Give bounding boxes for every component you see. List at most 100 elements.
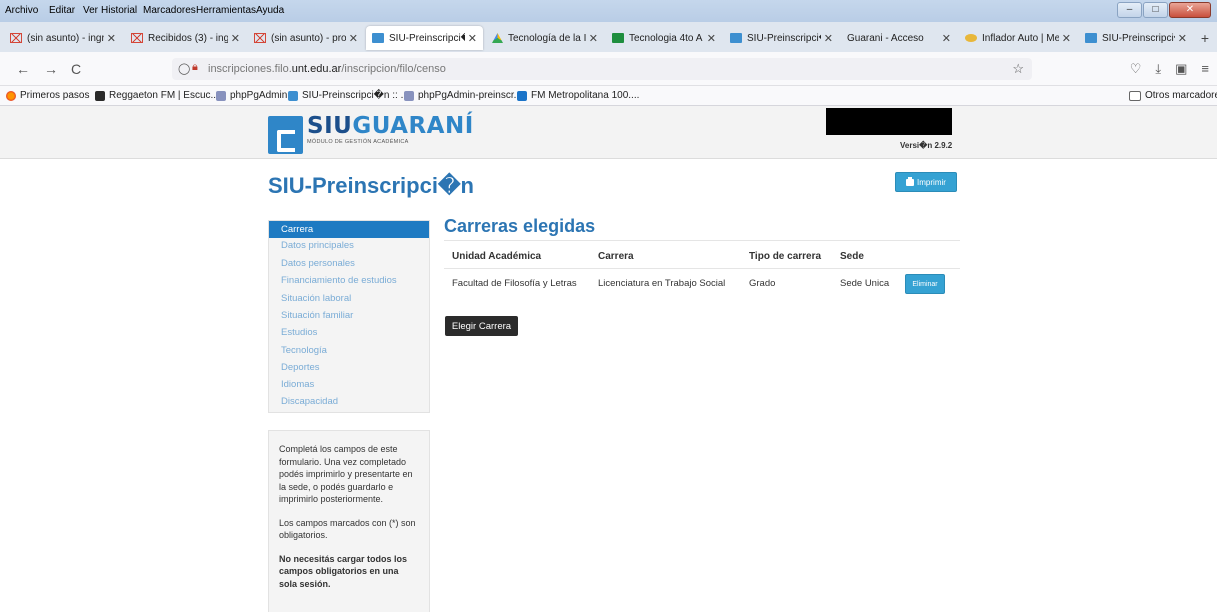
help-text-1: Completá los campos de este formulario. … bbox=[279, 444, 413, 504]
sidebar-item-tecnologia[interactable]: Tecnología bbox=[269, 342, 429, 359]
bookmark-label: phpPgAdmin bbox=[230, 90, 288, 101]
gmail-icon bbox=[254, 33, 266, 43]
sidebar-item-discapacidad[interactable]: Discapacidad bbox=[269, 393, 429, 410]
tab-title: Tecnologia 4to A Ac bbox=[629, 32, 704, 44]
menu-ayuda[interactable]: Ayuda bbox=[256, 5, 284, 16]
close-icon[interactable]: ✕ bbox=[107, 32, 116, 45]
cell-carrera: Licenciatura en Trabajo Social bbox=[598, 278, 726, 289]
new-tab-button[interactable]: + bbox=[1201, 30, 1209, 46]
tab-title: (sin asunto) - ingres bbox=[27, 32, 104, 44]
pocket-icon[interactable]: ♡ bbox=[1130, 61, 1142, 77]
firefox-icon bbox=[6, 90, 16, 101]
logo-siu: SIU bbox=[307, 113, 353, 139]
table-header: Unidad Académica Carrera Tipo de carrera… bbox=[444, 240, 960, 269]
help-box: Completá los campos de este formulario. … bbox=[268, 430, 430, 612]
lock-icon[interactable]: 🔒︎ bbox=[192, 61, 198, 74]
tab-inflador[interactable]: Inflador Auto | Merc ✕ bbox=[959, 26, 1077, 50]
tab-guarani-acceso[interactable]: Guarani - Acceso ✕ bbox=[841, 26, 957, 50]
bookmark-siu[interactable]: SIU-Preinscripci�n :: ... bbox=[288, 90, 409, 101]
sidebar-item-estudios[interactable]: Estudios bbox=[269, 324, 429, 341]
section-title: Carreras elegidas bbox=[444, 216, 596, 236]
back-button[interactable]: ← bbox=[16, 61, 30, 77]
minimize-button[interactable]: – bbox=[1117, 2, 1142, 18]
siu-icon bbox=[1085, 33, 1097, 43]
download-icon[interactable]: ⤓ bbox=[1155, 61, 1161, 77]
menu-icon[interactable]: ≡ bbox=[1201, 61, 1209, 77]
extension-icon[interactable]: ▣ bbox=[1175, 61, 1187, 77]
close-icon[interactable]: ✕ bbox=[468, 32, 477, 45]
navigation-bar: ← → C ◯ 🔒︎ inscripciones.filo.unt.edu.ar… bbox=[0, 52, 1217, 86]
close-icon[interactable]: ✕ bbox=[1178, 32, 1187, 45]
sidebar-item-carrera[interactable]: Carrera bbox=[269, 221, 429, 238]
sidebar-item-deportes[interactable]: Deportes bbox=[269, 359, 429, 376]
tab-siu-2[interactable]: SIU-Preinscripci�n ✕ bbox=[724, 26, 839, 50]
radio-icon bbox=[95, 90, 105, 101]
url-path: /inscripcion/filo/censo bbox=[341, 63, 446, 75]
logo-title: SIUGUARANÍ bbox=[307, 113, 474, 139]
bookmark-reggaeton[interactable]: Reggaeton FM | Escuc... bbox=[95, 90, 219, 101]
sidebar-item-situacion-familiar[interactable]: Situación familiar bbox=[269, 307, 429, 324]
help-text-2: Los campos marcados con (*) son obligato… bbox=[279, 517, 416, 541]
tab-siu-3[interactable]: SIU-Preinscripci�n ✕ bbox=[1079, 26, 1193, 50]
tab-title: SIU-Preinscripci�n bbox=[747, 32, 821, 44]
sidebar-item-datos-principales[interactable]: Datos principales bbox=[269, 237, 429, 254]
version-label: Versi�n 2.9.2 bbox=[900, 141, 953, 150]
close-icon[interactable]: ✕ bbox=[942, 32, 951, 45]
tab-siu-active[interactable]: SIU-Preinscripci�n ✕ bbox=[366, 26, 483, 50]
address-bar[interactable]: ◯ 🔒︎ inscripciones.filo.unt.edu.ar/inscr… bbox=[172, 58, 1032, 80]
reload-button[interactable]: C bbox=[71, 61, 81, 77]
tab-title: Tecnología de la Inf bbox=[508, 32, 586, 44]
bookmark-label: FM Metropolitana 100.... bbox=[531, 90, 640, 101]
bookmark-phppgadmin[interactable]: phpPgAdmin bbox=[216, 90, 287, 101]
bookmark-fm-metropolitana[interactable]: FM Metropolitana 100.... bbox=[517, 90, 639, 101]
tab-gmail-3[interactable]: (sin asunto) - profe ✕ bbox=[248, 26, 364, 50]
tab-title: Recibidos (3) - ingre bbox=[148, 32, 228, 44]
close-icon[interactable]: ✕ bbox=[1062, 32, 1071, 45]
bookmark-primeros-pasos[interactable]: Primeros pasos bbox=[6, 90, 89, 101]
help-text-3: No necesitás cargar todos los campos obl… bbox=[279, 553, 408, 589]
menu-herramientas[interactable]: Herramientas bbox=[196, 5, 256, 16]
other-bookmarks[interactable]: Otros marcadores bbox=[1129, 90, 1217, 101]
sidebar-item-datos-personales[interactable]: Datos personales bbox=[269, 255, 429, 272]
close-icon[interactable]: ✕ bbox=[231, 32, 240, 45]
tab-classroom[interactable]: Tecnologia 4to A Ac ✕ bbox=[606, 26, 722, 50]
menu-marcadores[interactable]: Marcadores bbox=[143, 5, 196, 16]
tab-gmail-1[interactable]: (sin asunto) - ingres ✕ bbox=[4, 26, 122, 50]
bookmark-label: SIU-Preinscripci�n :: ... bbox=[302, 90, 409, 101]
choose-career-button[interactable]: Elegir Carrera bbox=[445, 316, 518, 336]
tab-gmail-2[interactable]: Recibidos (3) - ingre ✕ bbox=[125, 26, 246, 50]
menu-historial[interactable]: Historial bbox=[101, 5, 137, 16]
sidebar-item-situacion-laboral[interactable]: Situación laboral bbox=[269, 290, 429, 307]
tab-drive[interactable]: Tecnología de la Inf ✕ bbox=[486, 26, 604, 50]
close-window-button[interactable]: ✕ bbox=[1169, 2, 1211, 18]
forward-button[interactable]: → bbox=[44, 61, 58, 77]
other-bookmarks-label: Otros marcadores bbox=[1145, 90, 1217, 101]
bookmark-label: Primeros pasos bbox=[20, 90, 90, 101]
sidebar-item-financiamiento[interactable]: Financiamiento de estudios bbox=[269, 272, 429, 289]
fm-icon bbox=[517, 90, 527, 101]
menu-editar[interactable]: Editar bbox=[49, 5, 75, 16]
bookmark-phppgadmin-preinscr[interactable]: phpPgAdmin-preinscr... bbox=[404, 90, 522, 101]
tab-title: Guarani - Acceso bbox=[847, 32, 924, 44]
print-button[interactable]: Imprimir bbox=[895, 172, 957, 192]
tab-title: (sin asunto) - profe bbox=[271, 32, 346, 44]
menu-ver[interactable]: Ver bbox=[83, 5, 98, 16]
url-text[interactable]: inscripciones.filo.unt.edu.ar/inscripcio… bbox=[208, 63, 446, 75]
php-icon bbox=[404, 90, 414, 101]
printer-icon bbox=[906, 176, 915, 186]
menu-archivo[interactable]: Archivo bbox=[5, 5, 38, 16]
bookmark-star-icon[interactable]: ☆ bbox=[1012, 61, 1024, 77]
cell-sede: Sede Unica bbox=[840, 278, 890, 289]
bookmark-label: Reggaeton FM | Escuc... bbox=[109, 90, 219, 101]
close-icon[interactable]: ✕ bbox=[589, 32, 598, 45]
delete-button[interactable]: Eliminar bbox=[905, 274, 945, 294]
cell-tipo: Grado bbox=[749, 278, 776, 289]
tab-bar: (sin asunto) - ingres ✕ Recibidos (3) - … bbox=[0, 22, 1217, 52]
shield-icon[interactable]: ◯ bbox=[178, 62, 190, 75]
sidebar-item-idiomas[interactable]: Idiomas bbox=[269, 376, 429, 393]
maximize-button[interactable]: □ bbox=[1143, 2, 1168, 18]
close-icon[interactable]: ✕ bbox=[824, 32, 833, 45]
close-icon[interactable]: ✕ bbox=[707, 32, 716, 45]
php-icon bbox=[216, 90, 226, 101]
close-icon[interactable]: ✕ bbox=[349, 32, 358, 45]
